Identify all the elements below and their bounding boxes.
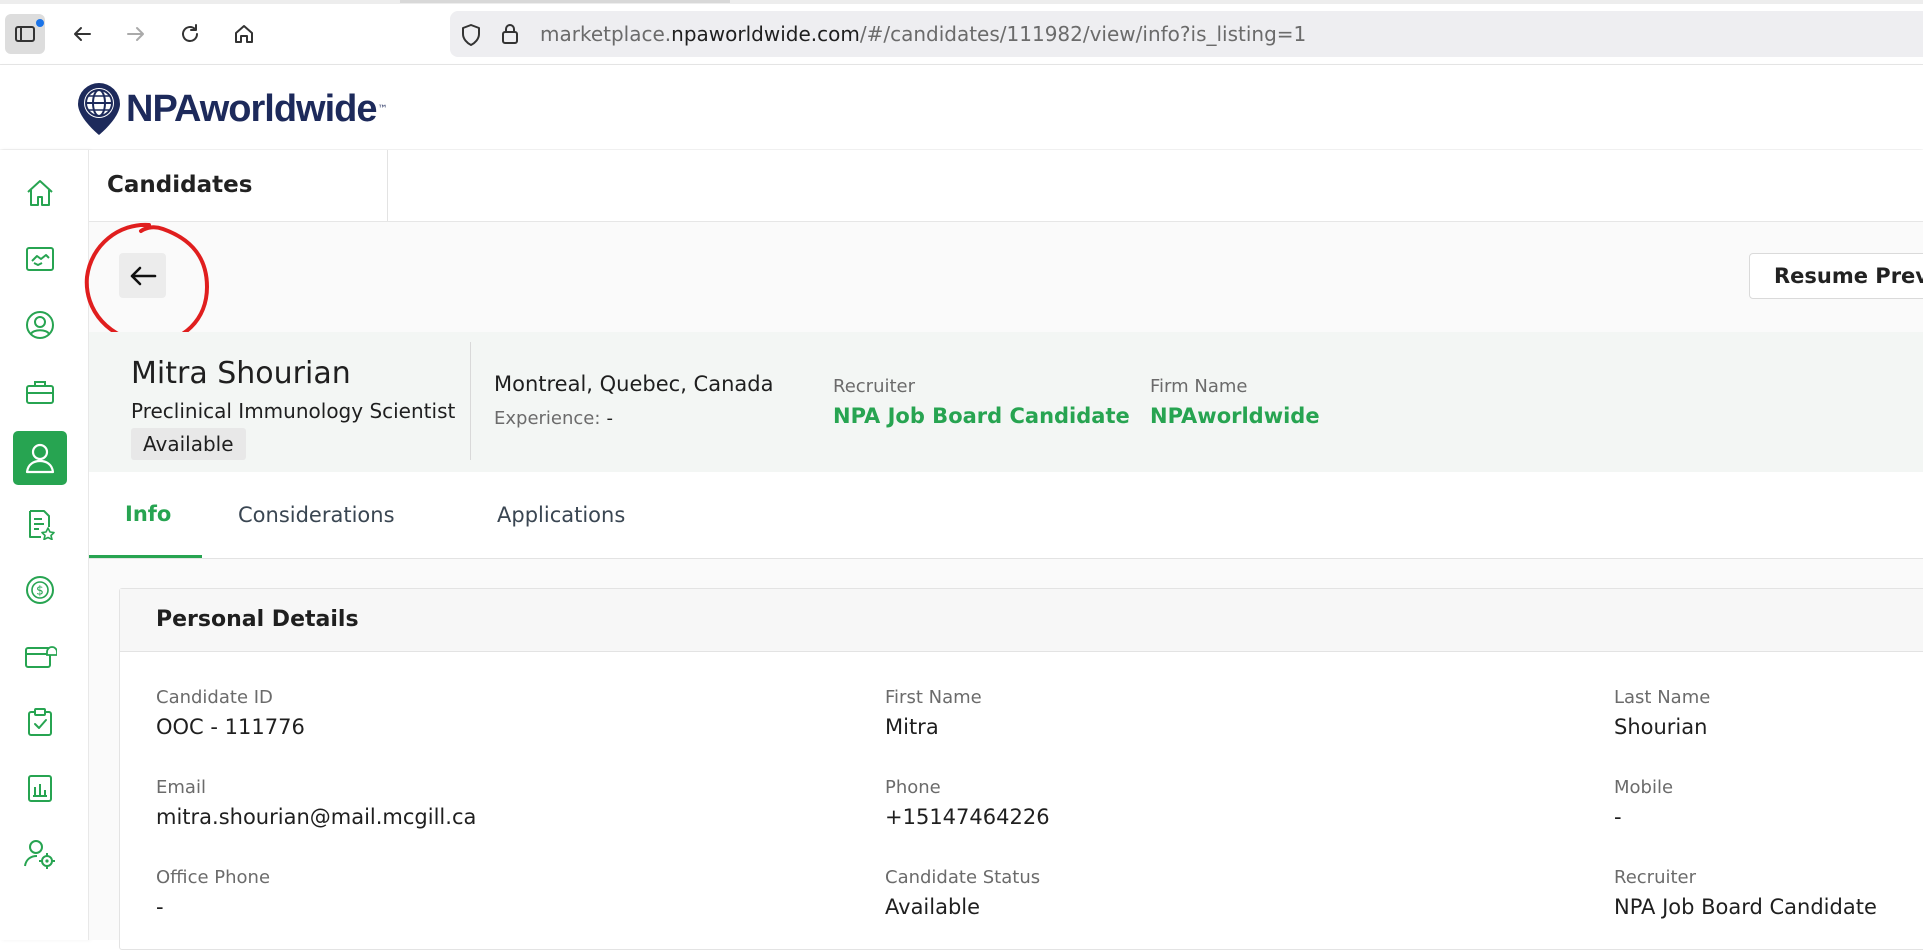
page-title-bar: Candidates [89,150,1923,222]
candidate-name: Mitra Shourian [131,356,351,391]
first-name-value: Mitra [885,715,939,739]
address-bar[interactable]: marketplace.npaworldwide.com/#/candidate… [450,11,1923,57]
logo-trademark: ™ [377,103,388,115]
candidate-status-label: Candidate Status [885,867,1041,888]
recruiter-field-label: Recruiter [1614,867,1697,888]
candidate-title: Preclinical Immunology Scientist [131,399,456,423]
shield-icon[interactable] [460,23,482,47]
experience-row: Experience: - [494,408,613,429]
handshake-icon [26,247,54,271]
email-value: mitra.shourian@mail.mcgill.ca [156,805,477,829]
tab-considerations[interactable]: Considerations [202,472,431,558]
personal-details-header: Personal Details [120,589,1923,652]
sidebar-item-jobs[interactable] [13,365,67,419]
recruiter-link[interactable]: NPA Job Board Candidate [833,404,1130,428]
sidebar-item-profile[interactable] [13,298,67,352]
sidebar-item-reports[interactable] [13,761,67,815]
url-domain: npaworldwide.com [671,22,860,46]
candidate-id-label: Candidate ID [156,687,273,708]
page-title: Candidates [107,172,253,198]
url-prefix: marketplace. [540,22,672,46]
last-name-label: Last Name [1614,687,1711,708]
globe-pin-icon [78,83,120,135]
tab-bar: Info Considerations Applications [89,472,1923,559]
wallet-icon [25,646,57,668]
back-nav-button[interactable] [62,14,102,54]
email-label: Email [156,777,206,798]
notification-dot [36,19,44,27]
title-divider [387,150,388,221]
candidate-summary: Mitra Shourian Preclinical Immunology Sc… [89,332,1923,472]
sidebar-toggle-button[interactable] [5,14,45,54]
sidebar-item-home[interactable] [13,166,67,220]
section-title: Personal Details [156,607,359,632]
url-path: /#/candidates/111982/view/info?is_listin… [859,22,1307,46]
summary-divider [470,342,471,460]
main-content: Candidates Resume Previe Mitra Shourian … [84,150,1923,950]
home-icon [27,180,53,206]
sidebar-item-reviews[interactable] [13,497,67,551]
svg-text:$: $ [36,584,44,598]
experience-value: - [606,408,613,429]
tabs-icon [15,26,35,42]
arrow-right-icon [127,27,144,41]
personal-details-card: Personal Details Candidate ID OOC - 1117… [119,588,1923,950]
clipboard-check-icon [28,708,52,736]
document-star-icon [29,510,55,540]
last-name-value: Shourian [1614,715,1708,739]
sidebar-item-tasks[interactable] [13,695,67,749]
forward-nav-button[interactable] [116,14,156,54]
arrow-left-icon [74,27,91,41]
first-name-label: First Name [885,687,982,708]
briefcase-icon [26,381,54,404]
user-circle-icon [26,311,54,339]
sidebar-item-billing[interactable]: $ [13,563,67,617]
candidate-icon [25,443,55,474]
home-icon [235,25,253,43]
reload-button[interactable] [170,14,210,54]
sidebar-item-settings[interactable] [13,827,67,881]
sidebar-item-deals[interactable] [13,232,67,286]
logo-text: NPAworldwide [126,87,378,130]
candidate-status-value: Available [885,895,981,919]
reload-icon [182,24,198,42]
office-phone-value: - [156,895,164,919]
sidebar-nav: $ [0,150,89,940]
tab-strip [0,0,1923,4]
user-settings-icon [24,840,55,869]
sidebar-item-candidates[interactable] [13,431,67,485]
app-header: NPAworldwide ™ [0,65,1923,149]
mobile-value: - [1614,805,1622,829]
home-button[interactable] [224,14,264,54]
tab-info[interactable]: Info [89,472,202,558]
arrow-left-icon [130,266,156,285]
browser-toolbar: marketplace.npaworldwide.com/#/candidate… [0,0,1923,65]
firm-name-link[interactable]: NPAworldwide [1150,404,1320,428]
recruiter-label: Recruiter [833,376,916,397]
candidate-location: Montreal, Quebec, Canada [494,372,774,396]
phone-value: +15147464226 [885,805,1050,829]
resume-preview-button[interactable]: Resume Previe [1749,253,1923,299]
dollar-icon: $ [26,576,54,604]
status-badge: Available [131,428,246,460]
brand-logo[interactable]: NPAworldwide ™ [76,81,388,137]
active-tab-indicator[interactable] [400,0,730,3]
candidate-id-value: OOC - 111776 [156,715,305,739]
tab-applications[interactable]: Applications [461,472,661,558]
firm-name-label: Firm Name [1150,376,1248,397]
mobile-label: Mobile [1614,777,1674,798]
office-phone-label: Office Phone [156,867,271,888]
url-text[interactable]: marketplace.npaworldwide.com/#/candidate… [540,22,1306,46]
back-button[interactable] [119,253,166,298]
report-icon [28,775,52,802]
phone-label: Phone [885,777,941,798]
experience-label: Experience: [494,408,601,429]
sidebar-item-payments[interactable] [13,629,67,683]
lock-icon[interactable] [500,22,520,46]
recruiter-field-value: NPA Job Board Candidate [1614,895,1877,919]
